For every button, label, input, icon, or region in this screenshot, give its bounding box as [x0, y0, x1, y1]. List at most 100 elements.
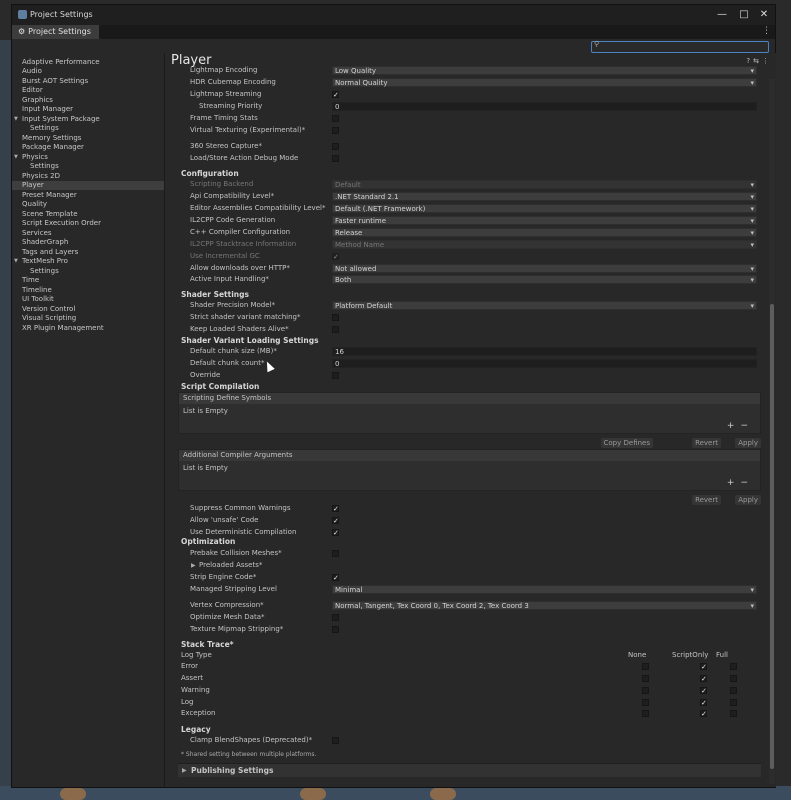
sidebar-item[interactable]: Burst AOT Settings	[12, 77, 164, 86]
expand-arrow-icon[interactable]: ▼	[14, 115, 18, 124]
stack-trace-checkbox[interactable]	[700, 687, 707, 694]
sidebar-item[interactable]: Version Control	[12, 305, 164, 314]
sidebar-item[interactable]: ▼ Input System Package	[12, 115, 164, 124]
setting-dropdown[interactable]: Platform Default	[332, 301, 757, 311]
menu-icon[interactable]: ⋮	[762, 57, 772, 65]
foldout-arrow-icon[interactable]: ▶	[191, 560, 196, 571]
sidebar-item[interactable]: Quality	[12, 200, 164, 209]
setting-dropdown[interactable]: .NET Standard 2.1	[332, 192, 757, 202]
setting-checkbox[interactable]	[332, 115, 339, 122]
list-action-button[interactable]: Copy Defines	[600, 438, 653, 448]
setting-checkbox[interactable]	[332, 505, 339, 512]
publishing-settings-foldout[interactable]: ▶ Publishing Settings	[178, 763, 761, 777]
sidebar-item[interactable]: XR Plugin Management	[12, 324, 164, 333]
setting-dropdown[interactable]: Minimal	[332, 585, 757, 595]
setting-row: Default chunk size (MB)* 16	[165, 346, 765, 357]
sidebar-item[interactable]: Script Execution Order	[12, 219, 164, 228]
add-item-button[interactable]: +	[727, 478, 741, 488]
preset-icon[interactable]: ⇆	[753, 57, 762, 65]
search-input[interactable]: ⚲	[591, 40, 769, 53]
more-menu-icon[interactable]: ⋮	[762, 26, 771, 36]
sidebar-item[interactable]: Memory Settings	[12, 134, 164, 143]
stack-trace-checkbox[interactable]	[700, 699, 707, 706]
sidebar-item[interactable]: Services	[12, 229, 164, 238]
stack-trace-checkbox[interactable]	[642, 699, 649, 706]
setting-checkbox[interactable]	[332, 550, 339, 557]
setting-checkbox[interactable]	[332, 626, 339, 633]
expand-arrow-icon[interactable]: ▼	[14, 257, 18, 266]
setting-checkbox[interactable]	[332, 314, 339, 321]
setting-checkbox[interactable]	[332, 529, 339, 536]
sidebar-item[interactable]: UI Toolkit	[12, 295, 164, 304]
sidebar-item-label: Adaptive Performance	[22, 58, 100, 66]
setting-input[interactable]: 16	[332, 347, 757, 356]
sidebar-item[interactable]: Preset Manager	[12, 191, 164, 200]
stack-trace-checkbox[interactable]	[730, 687, 737, 694]
setting-dropdown[interactable]: Both	[332, 275, 757, 285]
minimize-icon[interactable]: —	[713, 7, 731, 23]
setting-checkbox[interactable]	[332, 372, 339, 379]
sidebar-item[interactable]: Graphics	[12, 96, 164, 105]
setting-checkbox[interactable]	[332, 517, 339, 524]
sidebar-item[interactable]: Adaptive Performance	[12, 58, 164, 67]
sidebar-item[interactable]: ▼ Physics	[12, 153, 164, 162]
sidebar-item[interactable]: Settings	[12, 162, 164, 171]
sidebar-item[interactable]: Player	[12, 181, 164, 190]
sidebar-item[interactable]: Settings	[12, 124, 164, 133]
stack-trace-checkbox[interactable]	[730, 675, 737, 682]
sidebar-item[interactable]: Audio	[12, 67, 164, 76]
stack-trace-checkbox[interactable]	[700, 675, 707, 682]
stack-trace-checkbox[interactable]	[700, 663, 707, 670]
vertical-scrollbar[interactable]	[769, 79, 775, 784]
sidebar-item[interactable]: Timeline	[12, 286, 164, 295]
header-icons: ?⇆⋮	[746, 57, 772, 65]
sidebar-item[interactable]: Visual Scripting	[12, 314, 164, 323]
list-action-button[interactable]: Apply	[735, 438, 761, 448]
sidebar-item[interactable]: Editor	[12, 86, 164, 95]
stack-trace-checkbox[interactable]	[642, 710, 649, 717]
stack-trace-checkbox[interactable]	[700, 710, 707, 717]
setting-input[interactable]: 0	[332, 102, 757, 111]
setting-dropdown[interactable]: Not allowed	[332, 264, 757, 274]
setting-checkbox[interactable]	[332, 155, 339, 162]
setting-checkbox[interactable]	[332, 127, 339, 134]
setting-dropdown[interactable]: Faster runtime	[332, 216, 757, 226]
sidebar-item[interactable]: Physics 2D	[12, 172, 164, 181]
sidebar-item[interactable]: Package Manager	[12, 143, 164, 152]
sidebar-item[interactable]: ▼ TextMesh Pro	[12, 257, 164, 266]
setting-checkbox[interactable]	[332, 143, 339, 150]
stack-trace-checkbox[interactable]	[730, 699, 737, 706]
stack-trace-checkbox[interactable]	[730, 710, 737, 717]
list-action-button[interactable]: Revert	[692, 438, 721, 448]
sidebar-item[interactable]: ShaderGraph	[12, 238, 164, 247]
setting-dropdown[interactable]: Normal Quality	[332, 78, 757, 88]
add-item-button[interactable]: +	[727, 421, 741, 431]
tab-project-settings[interactable]: ⚙ Project Settings	[12, 25, 99, 39]
maximize-icon[interactable]: □	[735, 7, 753, 23]
expand-arrow-icon[interactable]: ▼	[14, 153, 18, 162]
scrollbar-thumb[interactable]	[770, 304, 774, 769]
sidebar-item[interactable]: Settings	[12, 267, 164, 276]
setting-checkbox[interactable]	[332, 326, 339, 333]
sidebar-item[interactable]: Scene Template	[12, 210, 164, 219]
setting-checkbox[interactable]	[332, 91, 339, 98]
setting-checkbox[interactable]	[332, 737, 339, 744]
setting-dropdown[interactable]: Low Quality	[332, 66, 757, 76]
remove-item-button[interactable]: −	[740, 421, 754, 431]
stack-trace-checkbox[interactable]	[730, 663, 737, 670]
sidebar-item[interactable]: Tags and Layers	[12, 248, 164, 257]
setting-dropdown[interactable]: Default (.NET Framework)	[332, 204, 757, 214]
stack-trace-checkbox[interactable]	[642, 675, 649, 682]
stack-trace-checkbox[interactable]	[642, 663, 649, 670]
close-icon[interactable]: ✕	[755, 7, 773, 23]
remove-item-button[interactable]: −	[740, 478, 754, 488]
stack-trace-checkbox[interactable]	[642, 687, 649, 694]
setting-checkbox[interactable]	[332, 614, 339, 621]
sidebar-item[interactable]: Time	[12, 276, 164, 285]
title-bar[interactable]: Project Settings — □ ✕	[12, 5, 775, 25]
sidebar-item[interactable]: Input Manager	[12, 105, 164, 114]
setting-dropdown[interactable]: Release	[332, 228, 757, 238]
setting-checkbox[interactable]	[332, 574, 339, 581]
setting-input[interactable]: 0	[332, 359, 757, 368]
setting-dropdown[interactable]: Normal, Tangent, Tex Coord 0, Tex Coord …	[332, 601, 757, 611]
